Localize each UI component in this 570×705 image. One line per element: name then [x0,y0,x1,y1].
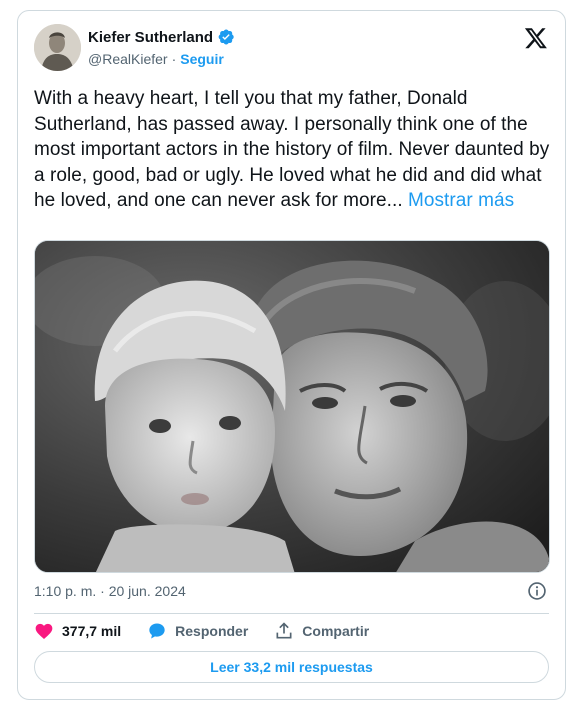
handle-separator: · [171,51,177,67]
share-button[interactable]: Compartir [274,621,369,641]
tweet-embed-card: Kiefer Sutherland @RealKiefer · Seguir W… [17,10,566,700]
share-label: Compartir [302,623,370,639]
divider [34,613,549,614]
author-avatar[interactable] [34,24,81,71]
tweet-text: With a heavy heart, I tell you that my f… [34,86,554,214]
x-logo-icon[interactable] [524,26,548,50]
show-more-link[interactable]: Mostrar más [408,190,514,211]
heart-icon [35,623,53,639]
info-icon[interactable] [527,581,547,601]
read-replies-button[interactable]: Leer 33,2 mil respuestas [34,651,549,683]
follow-button[interactable]: Seguir [180,51,224,67]
like-count: 377,7 mil [62,623,122,639]
reply-label: Responder [175,623,249,639]
tweet-timestamp[interactable]: 1:10 p. m. · 20 jun. 2024 [34,583,186,599]
speech-bubble-icon [149,623,165,639]
verified-badge-icon [217,28,235,46]
reply-button[interactable]: Responder [147,621,248,641]
author-handle[interactable]: @RealKiefer [88,51,168,67]
like-button[interactable]: 377,7 mil [34,621,121,641]
share-icon [276,622,292,639]
tweet-actions: 377,7 mil Responder Compartir [34,621,395,641]
tweet-photo[interactable] [34,240,550,573]
author-name[interactable]: Kiefer Sutherland [88,29,213,46]
